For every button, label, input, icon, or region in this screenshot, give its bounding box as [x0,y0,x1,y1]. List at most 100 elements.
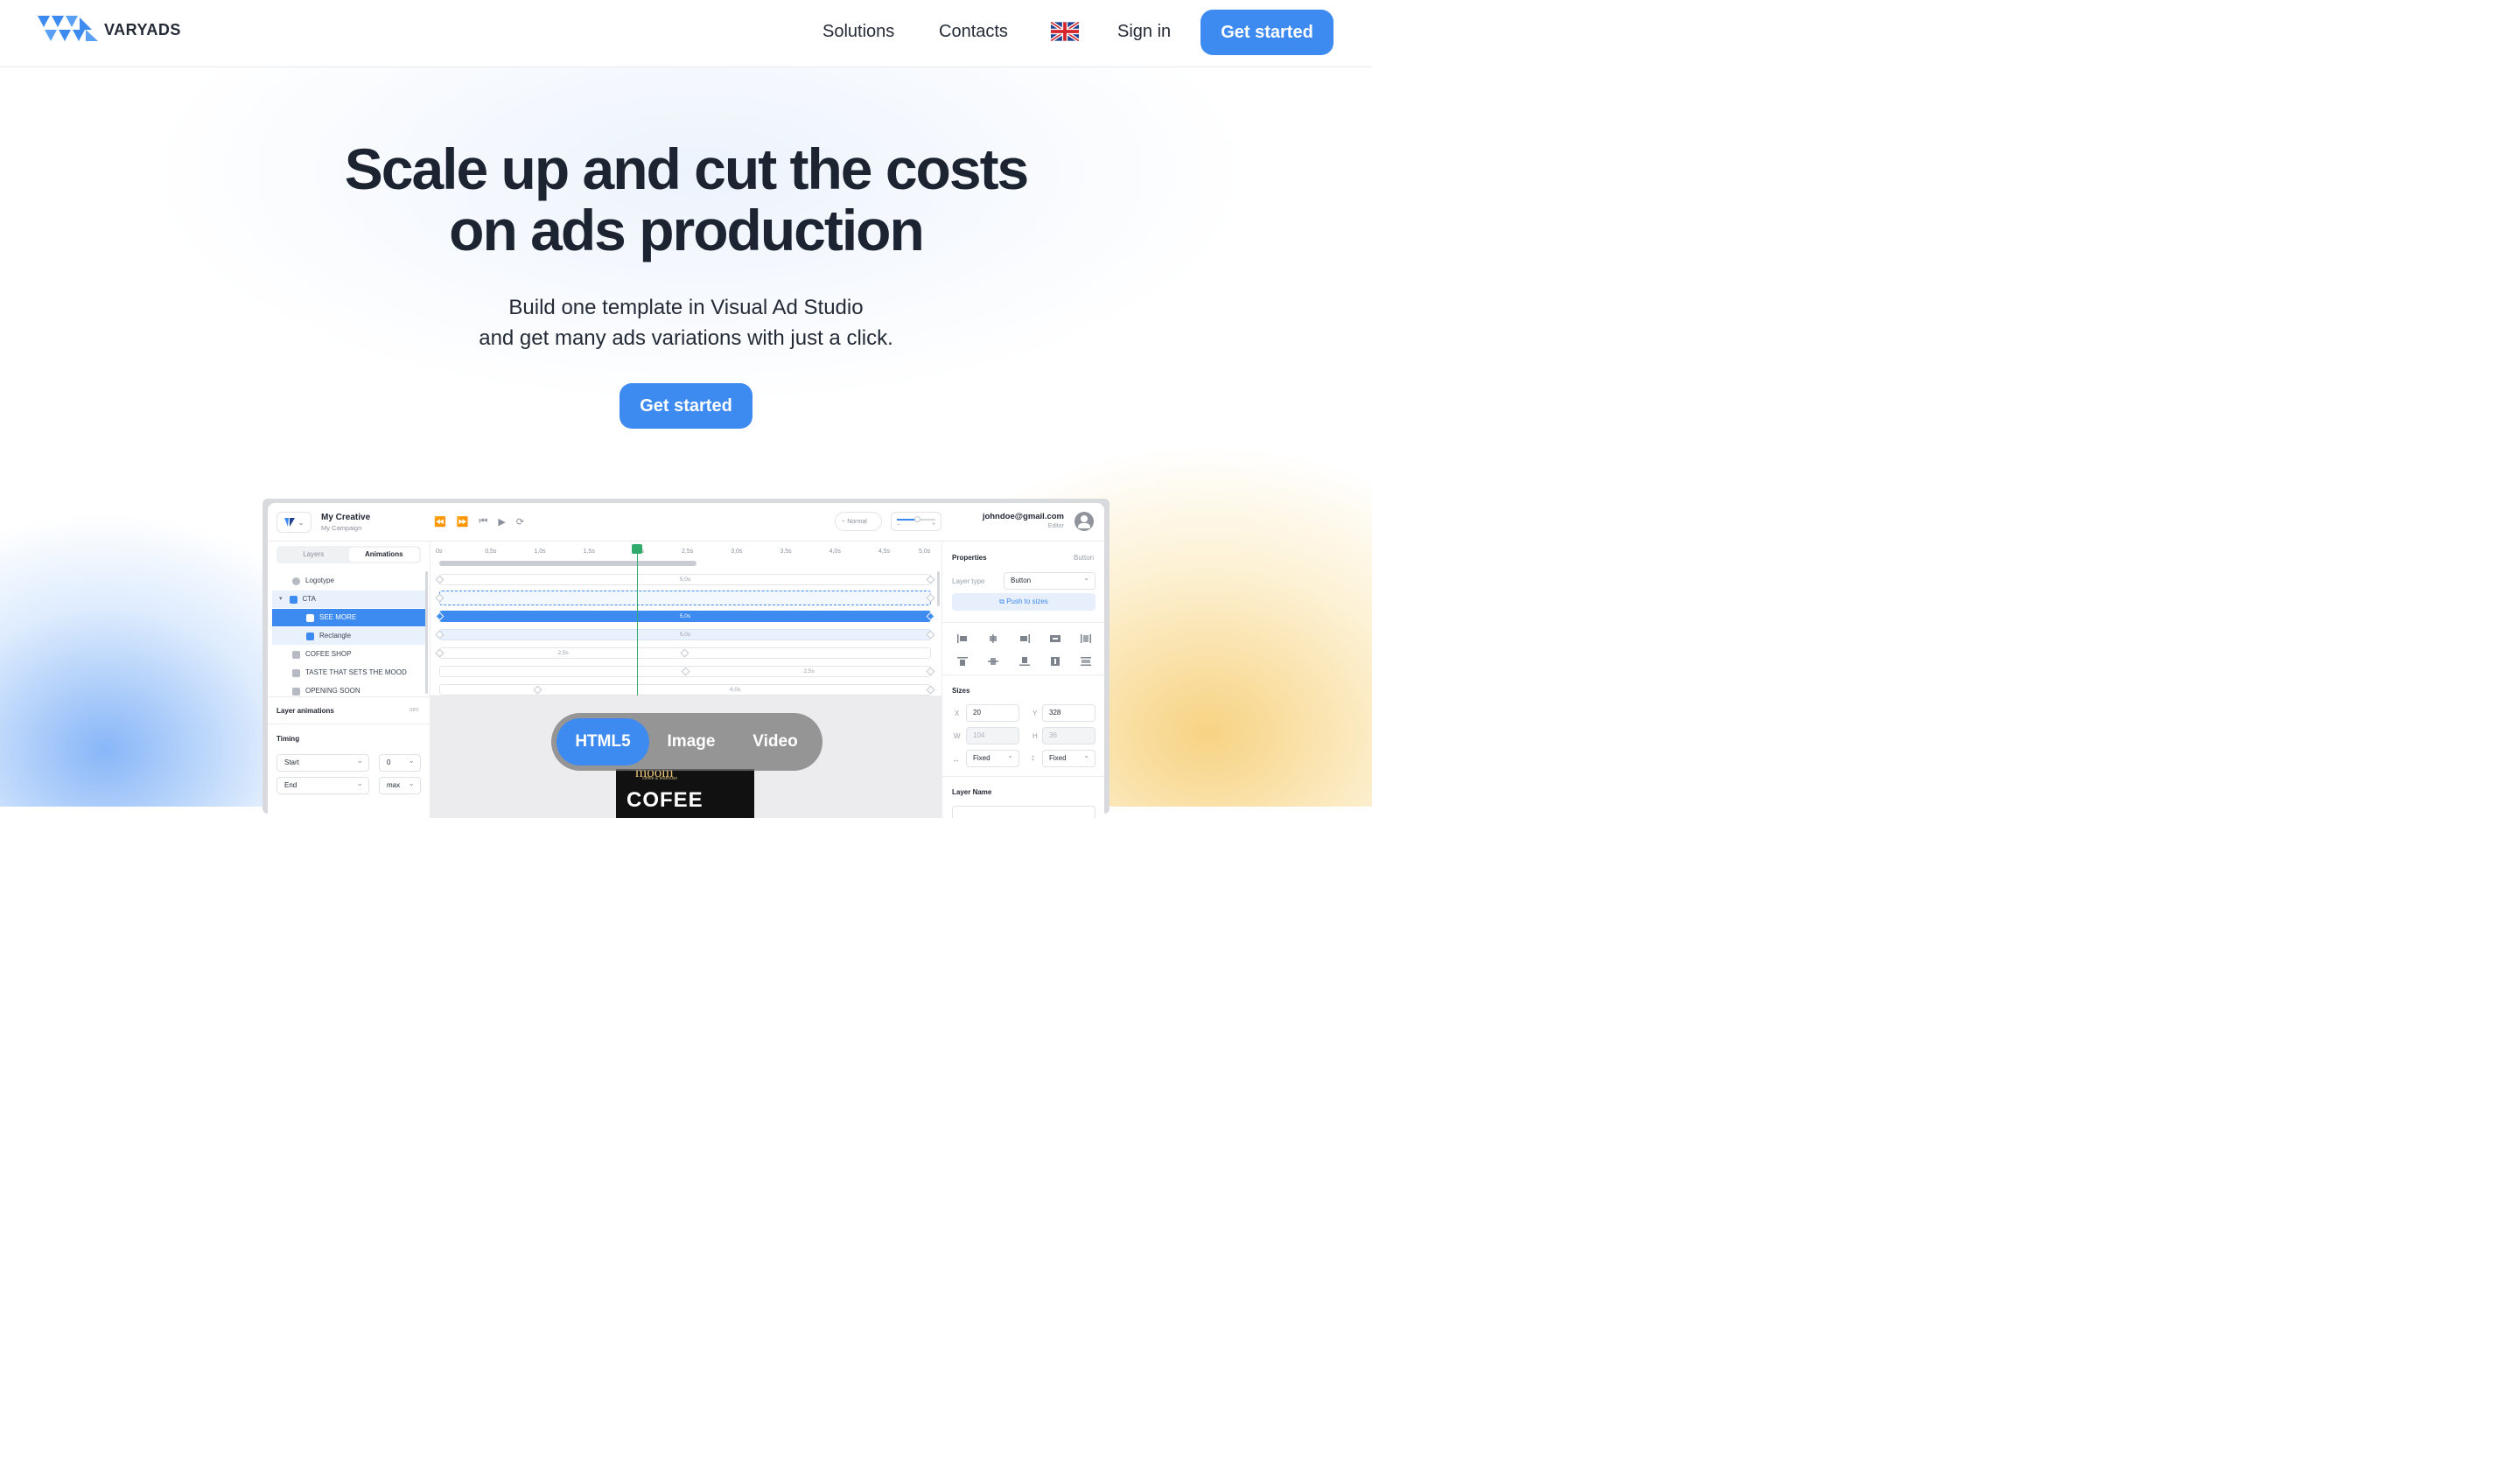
timeline-scrollbar[interactable] [937,571,940,606]
loop-icon[interactable]: ⟳ [516,516,524,528]
text-layer-icon [292,687,300,696]
layers-scrollbar[interactable] [425,571,428,694]
layer-label: COFEE SHOP [305,650,352,658]
timeline-tick-label: 4,5s [878,549,891,555]
layer-name-input[interactable] [952,806,1096,818]
height-mode-select[interactable]: Fixed ⌄ [1042,750,1096,767]
app-toolbar: ⌄ My Creative My Campaign ⏪ ⏩ ⏮ ▶ ⟳ ◔ No… [268,503,1104,542]
y-input[interactable]: 328 [1042,704,1096,722]
start-value-select[interactable]: 0 [379,752,421,772]
timeline-track[interactable]: 5,0s [439,629,931,640]
format-html5-button[interactable]: HTML5 [556,718,649,765]
chevron-down-icon: ⌄ [1083,574,1089,582]
push-to-sizes-button[interactable]: ⧉ Push to sizes [952,593,1096,611]
shape-layer-icon [306,632,314,640]
chevron-down-icon: ⌄ [1083,751,1089,759]
width-input[interactable]: 104 [966,727,1019,744]
chevron-down-icon: ⌄ [1007,751,1013,759]
timeline-tick-label: 5,0s [919,549,931,555]
divider [268,696,430,697]
layer-label: OPENING SOON [305,687,360,695]
user-avatar-icon[interactable] [1074,512,1094,531]
align-stretch-vertical-icon[interactable] [1081,657,1091,666]
align-top-icon[interactable] [957,657,968,666]
timeline-track[interactable]: 5,0s [439,574,931,585]
hero-subtitle-line2: and get many ads variations with just a … [479,326,893,350]
x-input[interactable]: 20 [966,704,1019,722]
skip-back-icon[interactable]: ⏮ [479,516,487,528]
timeline-track[interactable] [439,591,931,605]
timeline-track[interactable]: 5,0s [439,611,931,622]
divider [942,776,1104,777]
align-center-horizontal-icon[interactable] [988,634,998,643]
hero-subtitle: Build one template in Visual Ad Studio a… [336,292,1036,353]
end-trigger-select[interactable]: End [276,775,369,794]
rewind-icon[interactable]: ⏪ [434,516,446,528]
playback-speed-select[interactable]: ◔ Normal [835,512,882,531]
nav-get-started-button[interactable]: Get started [1200,10,1334,55]
layer-animations-unit: sec [410,707,419,713]
align-center-vertical-icon[interactable] [988,657,998,666]
align-bottom-icon[interactable] [1019,657,1030,666]
layers-panel: Layers Animations Logotype ▾ CTA SEE MORE… [268,542,430,818]
playhead-handle[interactable] [632,544,642,554]
layer-item[interactable]: ▾ CTA [272,591,425,608]
timeline-tick-label: 0s [436,549,443,555]
layer-name-title: Layer Name [952,788,992,796]
top-navigation: VARYADS Solutions Contacts Sign in Get s… [0,0,1372,67]
start-trigger-select[interactable]: Start [276,752,369,772]
properties-title: Properties [952,554,987,562]
sign-in-link[interactable]: Sign in [1117,22,1171,42]
brand-logo[interactable]: VARYADS [38,16,181,44]
layer-item[interactable]: TASTE THAT SETS THE MOOD [272,664,425,682]
timeline-tick-label: 0,5s [485,549,497,555]
uk-flag-icon[interactable] [1051,22,1079,41]
layer-type-label: Layer type [952,577,985,585]
element-type-label: Button [1074,554,1095,562]
align-left-icon[interactable] [957,634,968,643]
w-label: W [954,732,961,740]
divider [942,622,1104,623]
layer-item[interactable]: Logotype [272,572,425,590]
distribute-vertical-icon[interactable] [1050,657,1060,666]
animation-timeline[interactable]: 0s0,5s1,0s1,5s2,0s2,5s3,0s3,5s4,0s4,5s5,… [434,542,942,696]
end-value-select[interactable]: max [379,775,421,794]
height-input[interactable]: 36 [1042,727,1096,744]
timeline-tick-label: 1,0s [534,549,546,555]
hero-title-line2: on ads production [449,198,925,262]
format-video-button[interactable]: Video [733,718,817,765]
align-stretch-horizontal-icon[interactable] [1081,634,1091,643]
playhead [637,547,638,696]
properties-panel: Properties Button Layer type Button ⌄ ⧉ … [942,542,1104,818]
playback-controls: ⏪ ⏩ ⏮ ▶ ⟳ [434,516,524,528]
timeline-tick-label: 1,5s [583,549,595,555]
timeline-range-bar[interactable] [439,561,696,566]
timeline-zoom-slider[interactable]: – + [891,512,942,531]
timeline-track[interactable]: 4,0s [439,684,931,696]
hero-title: Scale up and cut the costs on ads produc… [248,138,1124,261]
tab-layers[interactable]: Layers [278,548,349,562]
layer-type-select[interactable]: Button ⌄ [1004,572,1096,590]
height-mode-value: Fixed [1049,754,1067,762]
h-label: H [1032,732,1038,740]
hero-get-started-button[interactable]: Get started [620,383,752,429]
width-mode-select[interactable]: Fixed ⌄ [966,750,1019,767]
visual-ad-studio: ⌄ My Creative My Campaign ⏪ ⏩ ⏮ ▶ ⟳ ◔ No… [268,503,1104,818]
layer-item[interactable]: COFEE SHOP [272,646,425,663]
layer-item[interactable]: OPENING SOON [272,682,425,700]
fast-forward-icon[interactable]: ⏩ [457,516,469,528]
distribute-horizontal-icon[interactable] [1050,634,1060,643]
ad-brand-tagline: coffee & teahouse [642,776,678,781]
varyads-logo-icon [38,16,98,41]
align-right-icon[interactable] [1019,634,1030,643]
layer-item[interactable]: SEE MORE [272,609,425,626]
tab-animations[interactable]: Animations [348,548,419,562]
app-menu-button[interactable]: ⌄ [276,512,312,533]
nav-contacts-link[interactable]: Contacts [939,22,1008,42]
y-label: Y [1032,710,1038,717]
layer-item[interactable]: Rectangle [272,627,425,645]
play-icon[interactable]: ▶ [498,516,505,528]
nav-solutions-link[interactable]: Solutions [822,22,894,42]
format-image-button[interactable]: Image [649,718,733,765]
app-screenshot-frame: ⌄ My Creative My Campaign ⏪ ⏩ ⏮ ▶ ⟳ ◔ No… [262,499,1110,818]
